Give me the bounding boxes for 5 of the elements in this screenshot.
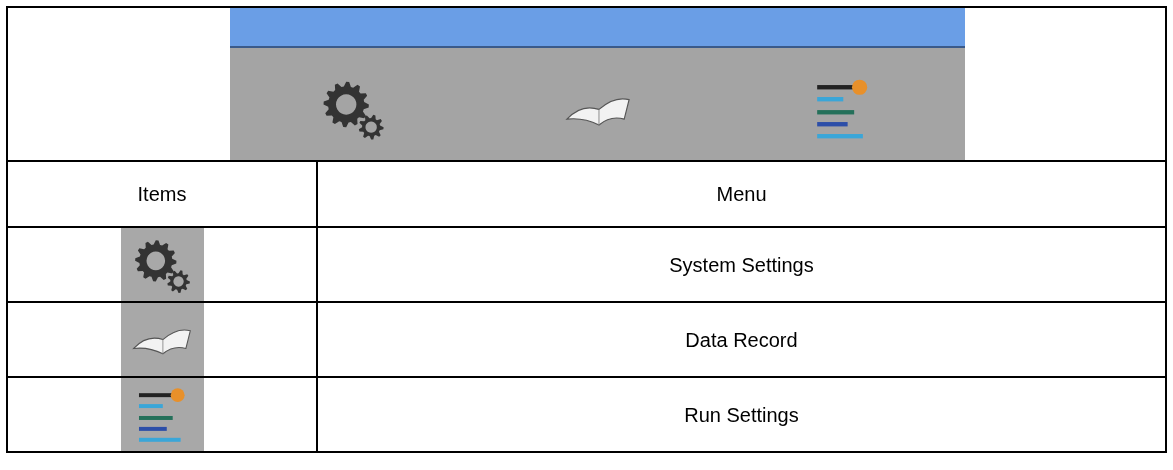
table-cell: Run Settings: [318, 376, 1165, 451]
column-header: Items: [8, 162, 318, 226]
table-cell: System Settings: [318, 226, 1165, 301]
table-cell: Data Record: [318, 301, 1165, 376]
column-header: Menu: [715, 182, 768, 207]
